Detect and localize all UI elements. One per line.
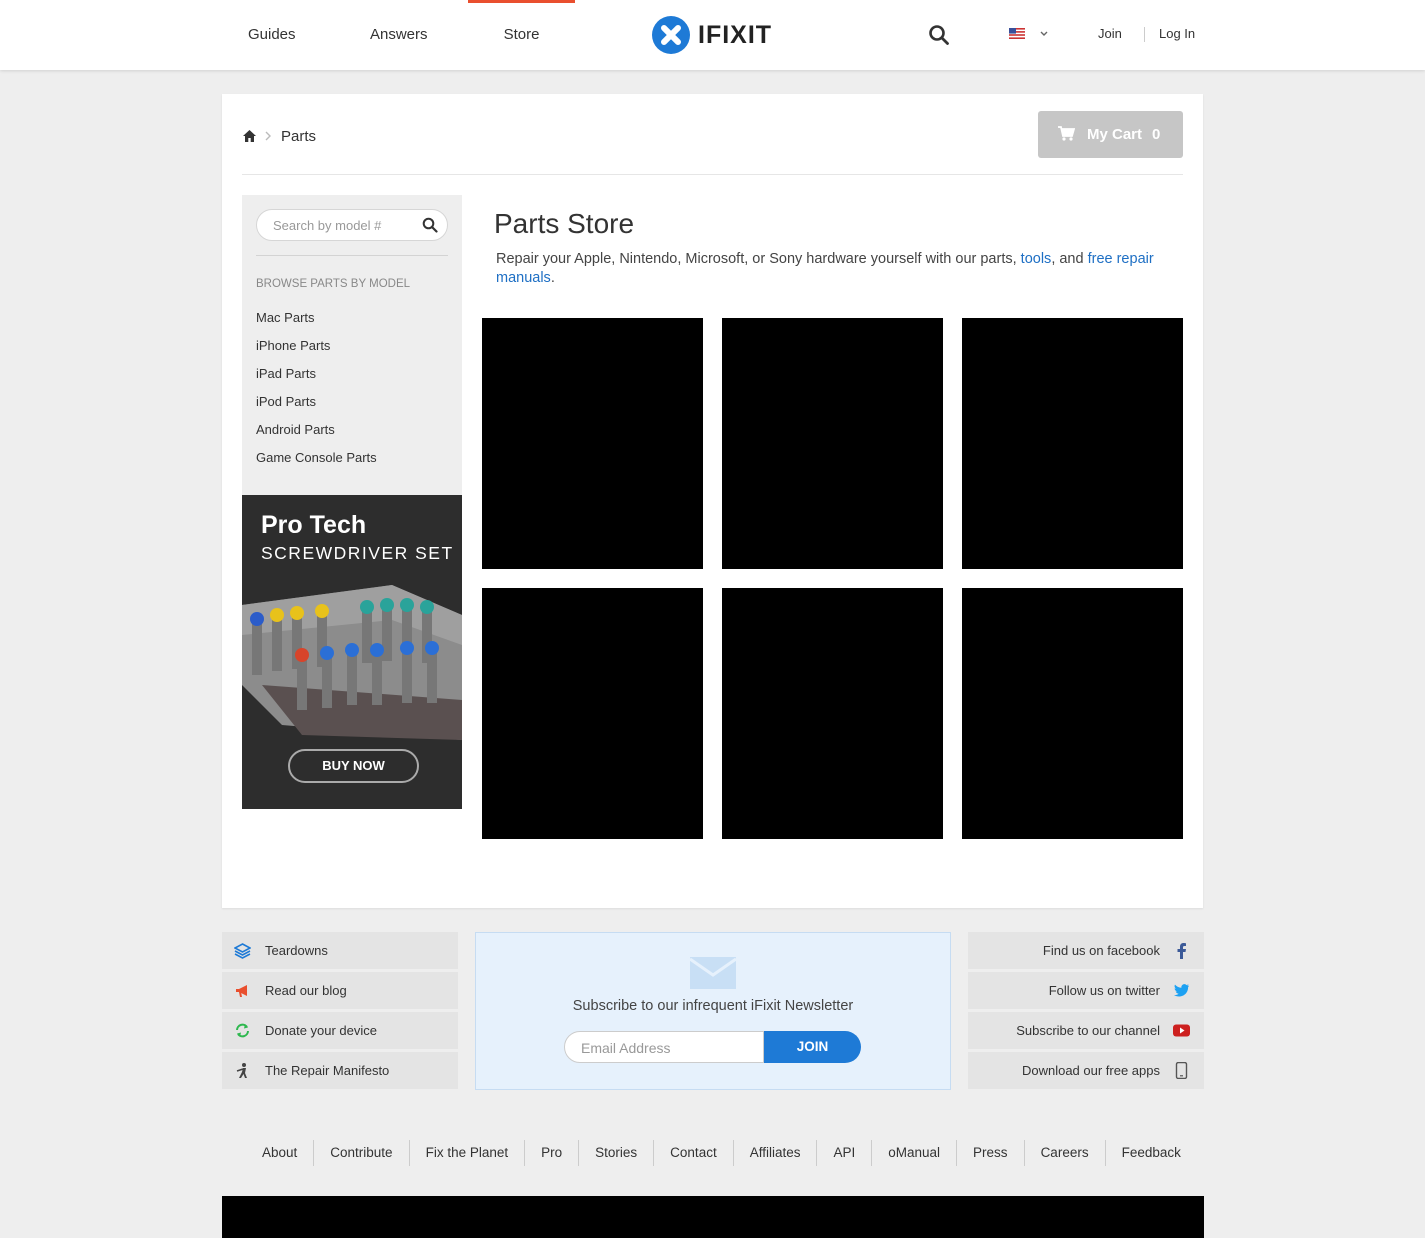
search-icon[interactable] <box>928 24 950 46</box>
footer-pro-link[interactable]: Pro <box>524 1140 578 1166</box>
tools-link[interactable]: tools <box>1021 251 1052 267</box>
category-tile[interactable] <box>482 318 703 569</box>
description-text: , and <box>1051 251 1088 267</box>
cart-label: My Cart <box>1087 126 1143 143</box>
megaphone-icon <box>236 985 247 997</box>
facebook-icon <box>1177 943 1186 959</box>
home-icon[interactable] <box>242 129 257 143</box>
sidebar-item-game-console-parts[interactable]: Game Console Parts <box>256 450 377 465</box>
ifixit-logo-icon <box>652 16 690 54</box>
footer-link-label: Find us on facebook <box>1042 943 1160 958</box>
top-navigation-bar: Guides Answers Store IFIXIT Join Log In <box>0 0 1425 70</box>
category-tile[interactable] <box>722 588 943 839</box>
browse-heading: BROWSE PARTS BY MODEL <box>256 278 411 290</box>
sidebar: Search by model # BROWSE PARTS BY MODEL … <box>242 195 462 495</box>
footer-link-facebook[interactable]: Find us on facebook <box>968 932 1204 969</box>
us-flag-icon[interactable] <box>1009 28 1025 39</box>
category-tile[interactable] <box>722 318 943 569</box>
footer-omanual-link[interactable]: oManual <box>871 1140 956 1166</box>
newsletter-text: Subscribe to our infrequent iFixit Newsl… <box>572 998 854 1014</box>
footer-link-label: Download our free apps <box>1021 1063 1160 1078</box>
footer-bottom-links: About Contribute Fix the Planet Pro Stor… <box>246 1140 1197 1166</box>
ifixit-logo[interactable]: IFIXIT <box>652 16 772 54</box>
breadcrumb-current[interactable]: Parts <box>281 128 316 145</box>
category-tile[interactable] <box>482 588 703 839</box>
newsletter-box: Subscribe to our infrequent iFixit Newsl… <box>475 932 951 1090</box>
cart-count: 0 <box>1152 126 1161 143</box>
page-description: Repair your Apple, Nintendo, Microsoft, … <box>496 250 1176 288</box>
footer-link-label: Donate your device <box>265 1023 378 1038</box>
login-link[interactable]: Log In <box>1159 26 1195 41</box>
wrench-person-icon <box>236 1063 247 1078</box>
pro-tech-ad-banner[interactable]: Pro Tech SCREWDRIVER SET BUY NOW <box>242 495 462 809</box>
divider <box>1144 27 1145 42</box>
email-field[interactable]: Email Address <box>564 1031 764 1063</box>
logo-text: IFIXIT <box>698 20 773 49</box>
main-card: Parts My Cart 0 Search by model # BROWSE… <box>222 94 1203 908</box>
twitter-icon <box>1174 984 1189 997</box>
footer-link-label: Subscribe to our channel <box>1016 1023 1160 1038</box>
footer-link-label: Teardowns <box>265 943 328 958</box>
sidebar-item-ipod-parts[interactable]: iPod Parts <box>256 394 316 409</box>
footer-link-label: The Repair Manifesto <box>265 1063 390 1078</box>
layers-icon <box>234 943 251 959</box>
chevron-down-icon[interactable] <box>1038 27 1050 39</box>
footer-link-teardowns[interactable]: Teardowns <box>222 932 458 969</box>
footer-link-twitter[interactable]: Follow us on twitter <box>968 972 1204 1009</box>
youtube-icon <box>1173 1024 1190 1037</box>
envelope-icon <box>690 957 736 989</box>
footer-press-link[interactable]: Press <box>956 1140 1024 1166</box>
category-tile[interactable] <box>962 588 1183 839</box>
footer-link-label: Follow us on twitter <box>1048 983 1160 998</box>
join-link[interactable]: Join <box>1098 26 1122 41</box>
footer-contact-link[interactable]: Contact <box>653 1140 733 1166</box>
phone-icon <box>1175 1062 1188 1079</box>
ad-subtitle: SCREWDRIVER SET <box>261 543 454 563</box>
footer-affiliates-link[interactable]: Affiliates <box>732 1140 817 1166</box>
footer-fix-the-planet-link[interactable]: Fix the Planet <box>408 1140 525 1166</box>
cart-icon <box>1058 126 1075 141</box>
footer-about-link[interactable]: About <box>246 1140 313 1166</box>
footer-link-donate[interactable]: Donate your device <box>222 1012 458 1049</box>
divider <box>256 255 448 256</box>
footer-contribute-link[interactable]: Contribute <box>313 1140 408 1166</box>
my-cart-button[interactable]: My Cart 0 <box>1038 111 1183 158</box>
screwdriver-set-image <box>242 585 462 740</box>
chevron-right-icon <box>265 131 271 141</box>
footer-stories-link[interactable]: Stories <box>578 1140 653 1166</box>
sidebar-item-android-parts[interactable]: Android Parts <box>256 422 335 437</box>
search-icon[interactable] <box>422 217 438 233</box>
sidebar-item-ipad-parts[interactable]: iPad Parts <box>256 366 316 381</box>
footer-link-youtube[interactable]: Subscribe to our channel <box>968 1012 1204 1049</box>
nav-store[interactable]: Store <box>468 0 575 70</box>
newsletter-join-button[interactable]: JOIN <box>764 1031 861 1063</box>
footer-link-label: Read our blog <box>265 983 347 998</box>
footer-careers-link[interactable]: Careers <box>1023 1140 1105 1166</box>
ad-title: Pro Tech <box>261 511 367 539</box>
divider <box>242 174 1183 175</box>
category-tile[interactable] <box>962 318 1183 569</box>
footer-link-apps[interactable]: Download our free apps <box>968 1052 1204 1089</box>
buy-now-button[interactable]: BUY NOW <box>288 749 419 783</box>
search-placeholder: Search by model # <box>273 218 382 233</box>
footer-link-blog[interactable]: Read our blog <box>222 972 458 1009</box>
footer-bottom-bar <box>222 1196 1204 1238</box>
footer-api-link[interactable]: API <box>816 1140 871 1166</box>
sidebar-item-mac-parts[interactable]: Mac Parts <box>256 310 315 325</box>
page-title: Parts Store <box>494 208 635 239</box>
nav-answers[interactable]: Answers <box>370 0 428 70</box>
footer-feedback-link[interactable]: Feedback <box>1104 1140 1197 1166</box>
nav-guides[interactable]: Guides <box>248 0 296 70</box>
footer-link-manifesto[interactable]: The Repair Manifesto <box>222 1052 458 1089</box>
email-placeholder: Email Address <box>581 1040 671 1056</box>
description-text: Repair your Apple, Nintendo, Microsoft, … <box>496 251 1021 267</box>
sidebar-item-iphone-parts[interactable]: iPhone Parts <box>256 338 330 353</box>
description-text: . <box>550 270 555 286</box>
recycle-icon <box>236 1023 249 1038</box>
model-search-input[interactable]: Search by model # <box>256 209 448 241</box>
